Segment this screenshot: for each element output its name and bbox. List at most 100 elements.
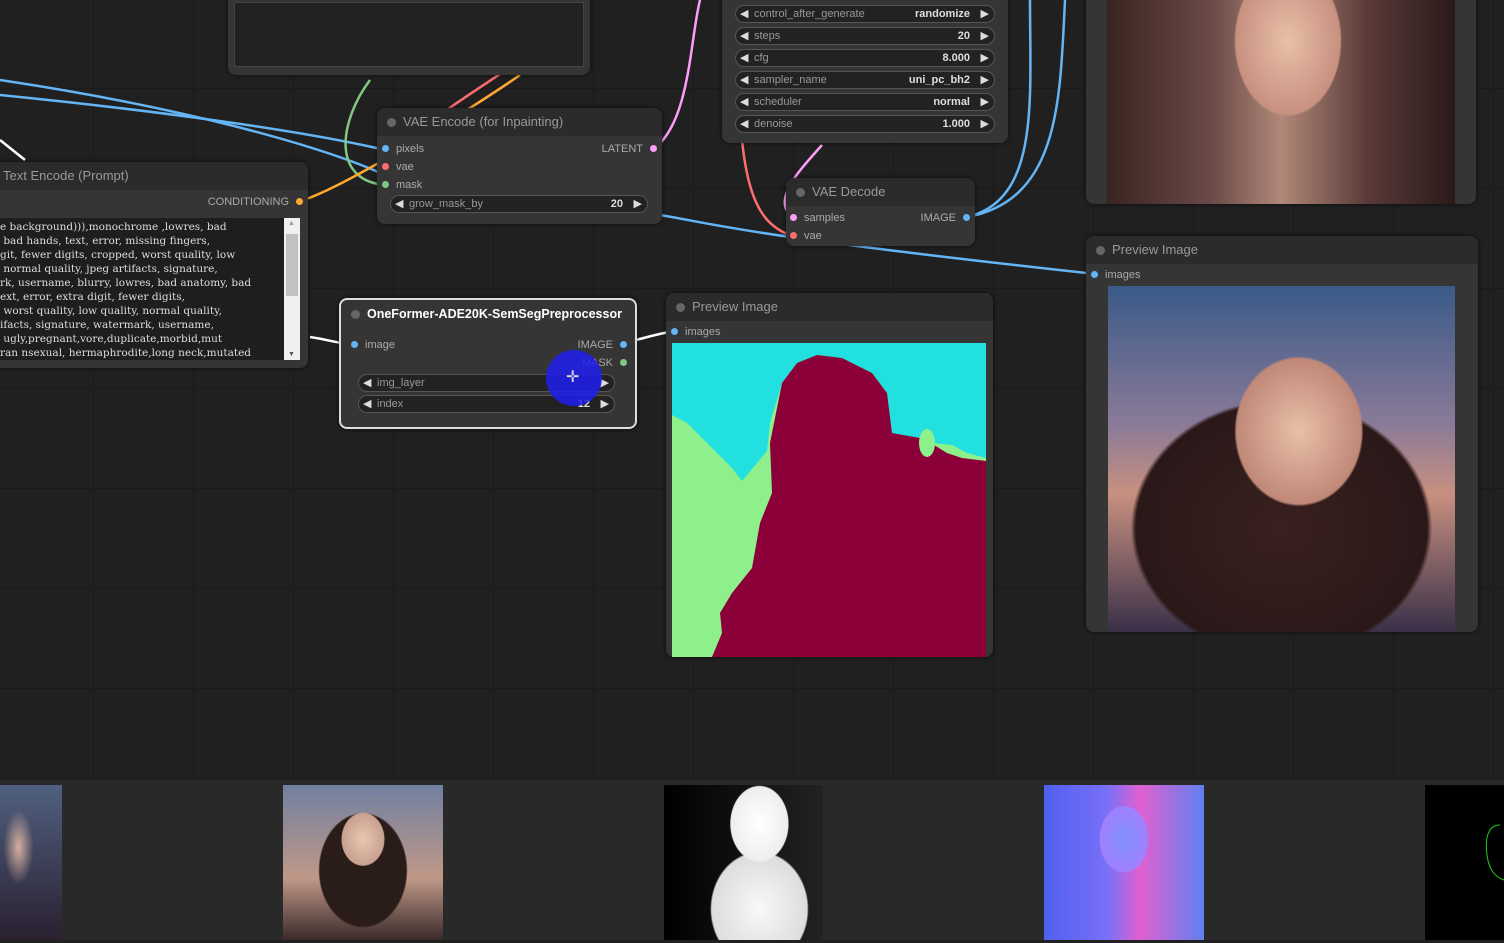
widget-steps[interactable]: ◀ steps 20 ▶ (735, 27, 995, 45)
node-oneformer[interactable]: OneFormer-ADE20K-SemSegPreprocessor imag… (339, 298, 637, 429)
slot-label: images (1105, 269, 1141, 281)
slot-label: vae (804, 230, 822, 242)
node-title[interactable]: VAE Encode (for Inpainting) (377, 108, 662, 136)
slot-label: samples (804, 212, 845, 224)
widget-name: scheduler (754, 96, 802, 108)
increment-arrow-icon[interactable]: ▶ (981, 6, 989, 22)
move-cursor-icon: ✛ (566, 369, 580, 386)
slot-label: image (365, 339, 395, 351)
widget-value: 20 (610, 198, 623, 210)
increment-arrow-icon[interactable]: ▶ (981, 50, 989, 66)
slot-label: CONDITIONING (207, 196, 289, 208)
widget-name: control_after_generate (754, 8, 865, 20)
slot-label: images (685, 326, 721, 338)
node-title[interactable]: Text Encode (Prompt) (0, 162, 308, 190)
collapse-dot[interactable] (387, 118, 396, 127)
portrait-preview-image (1107, 0, 1455, 204)
widget-sampler-name[interactable]: ◀ sampler_name uni_pc_bh2 ▶ (735, 71, 995, 89)
node-preview-image-top[interactable] (1086, 0, 1476, 204)
widget-value: randomize (914, 8, 970, 20)
node-preview-image-right[interactable]: Preview Image images (1086, 236, 1478, 632)
widget-value: 1.000 (942, 118, 970, 130)
widget-name: index (377, 398, 404, 410)
node-vae-decode[interactable]: VAE Decode samples vae IMAGE (786, 178, 975, 246)
input-vae[interactable]: vae (382, 161, 414, 173)
title-text: Preview Image (1112, 242, 1198, 257)
node-preview-image-mid[interactable]: Preview Image images (666, 293, 993, 657)
node-ksampler[interactable]: ◀ control_after_generate randomize ▶ ◀ steps 2… (722, 0, 1008, 143)
widget-grow-mask-by[interactable]: ◀ grow_mask_by 20 ▶ (390, 195, 648, 213)
slot-label: IMAGE (577, 339, 613, 351)
portrait-preview-image (1108, 286, 1455, 632)
prompt-line: bad hands, text, error, missing fingers, (0, 235, 211, 247)
widget-name: denoise (754, 118, 793, 130)
widget-name: steps (754, 30, 781, 42)
decrement-arrow-icon[interactable]: ◀ (740, 50, 748, 66)
output-image[interactable]: IMAGE (578, 339, 627, 351)
input-image[interactable]: image (351, 339, 395, 351)
thumbnail-normal-map[interactable] (1044, 785, 1204, 940)
decrement-arrow-icon[interactable]: ◀ (740, 6, 748, 22)
increment-arrow-icon[interactable]: ▶ (634, 196, 642, 212)
widget-value: normal (933, 96, 970, 108)
thumbnail-depth-map[interactable] (664, 785, 823, 940)
widget-value: 20 (957, 30, 970, 42)
decrement-arrow-icon[interactable]: ◀ (740, 116, 748, 132)
decrement-arrow-icon[interactable]: ◀ (740, 28, 748, 44)
title-text: OneFormer-ADE20K-SemSegPreprocessor (367, 307, 622, 321)
prompt-line: ran nsexual, hermaphrodite,long neck,mut… (0, 347, 252, 359)
input-vae[interactable]: vae (790, 230, 822, 242)
prompt-textarea[interactable]: e background))),monochrome ,lowres, bad … (0, 218, 300, 360)
output-latent[interactable]: LATENT (602, 143, 657, 155)
decrement-arrow-icon[interactable]: ◀ (740, 94, 748, 110)
widget-name: img_layer (377, 377, 425, 389)
prompt-line: git, fewer digits, cropped, worst qualit… (0, 249, 236, 261)
scrollbar[interactable]: ▲ ▼ (284, 218, 300, 360)
node-title[interactable]: OneFormer-ADE20K-SemSegPreprocessor (341, 300, 635, 328)
output-conditioning[interactable]: CONDITIONING (208, 196, 303, 208)
input-pixels[interactable]: pixels (382, 143, 424, 155)
widget-name: cfg (754, 52, 769, 64)
prompt-line: normal quality, jpeg artifacts, signatur… (0, 263, 218, 275)
segmentation-preview-image (672, 343, 986, 657)
title-text: Text Encode (Prompt) (3, 168, 129, 183)
node-title[interactable]: VAE Decode (786, 178, 975, 206)
input-samples[interactable]: samples (790, 212, 845, 224)
widget-name: sampler_name (754, 74, 827, 86)
title-text: VAE Decode (812, 184, 886, 199)
prompt-line: rk, username, blurry, lowres, bad anatom… (0, 277, 252, 289)
input-images[interactable]: images (1091, 269, 1140, 281)
widget-name: grow_mask_by (409, 198, 483, 210)
widget-control-after-generate[interactable]: ◀ control_after_generate randomize ▶ (735, 5, 995, 23)
decrement-arrow-icon[interactable]: ◀ (740, 72, 748, 88)
widget-cfg[interactable]: ◀ cfg 8.000 ▶ (735, 49, 995, 67)
thumbnail-portrait[interactable] (0, 785, 62, 940)
node-text-encode[interactable]: Text Encode (Prompt) CONDITIONING e back… (0, 162, 308, 368)
node-title[interactable]: Preview Image (666, 293, 993, 321)
slot-label: pixels (396, 143, 425, 155)
widget-scheduler[interactable]: ◀ scheduler normal ▶ (735, 93, 995, 111)
decrement-arrow-icon[interactable]: ◀ (395, 196, 403, 212)
input-images[interactable]: images (671, 326, 720, 338)
prompt-line: ext, error, extra digit, fewer digits, (0, 291, 185, 303)
node-title[interactable]: Preview Image (1086, 236, 1478, 264)
title-text: Preview Image (692, 299, 778, 314)
increment-arrow-icon[interactable]: ▶ (981, 116, 989, 132)
increment-arrow-icon[interactable]: ▶ (981, 72, 989, 88)
increment-arrow-icon[interactable]: ▶ (981, 28, 989, 44)
output-image[interactable]: IMAGE (921, 212, 970, 224)
image-history-strip[interactable] (0, 780, 1504, 940)
prompt-line: ifacts, signature, watermark, username, (0, 319, 214, 331)
prompt-line: ugly,pregnant,vore,duplicate,morbid,mut (0, 333, 223, 345)
widget-denoise[interactable]: ◀ denoise 1.000 ▶ (735, 115, 995, 133)
slot-label: IMAGE (920, 212, 956, 224)
node-top-empty[interactable] (228, 0, 590, 75)
input-mask[interactable]: mask (382, 179, 422, 191)
slot-label: mask (396, 179, 423, 191)
thumbnail-lineart[interactable] (1425, 785, 1504, 940)
title-text: VAE Encode (for Inpainting) (403, 114, 564, 129)
increment-arrow-icon[interactable]: ▶ (981, 94, 989, 110)
node-vae-encode[interactable]: VAE Encode (for Inpainting) pixels vae m… (377, 108, 662, 224)
node-body (234, 2, 584, 67)
thumbnail-portrait[interactable] (283, 785, 443, 940)
